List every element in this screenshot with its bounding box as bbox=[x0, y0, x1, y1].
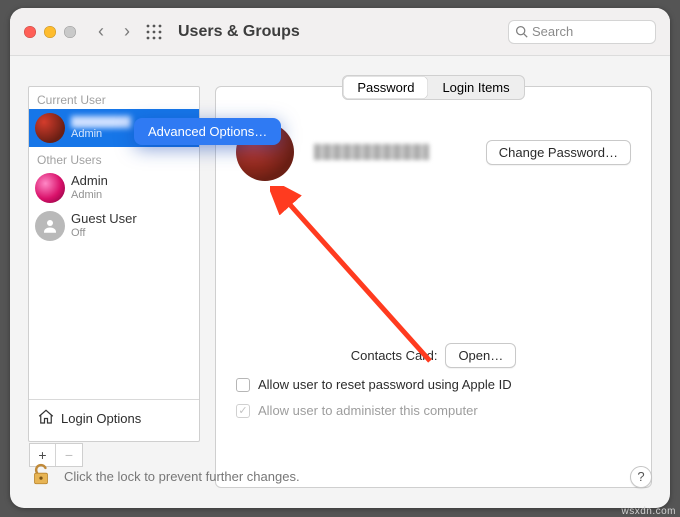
close-window-button[interactable] bbox=[24, 26, 36, 38]
avatar bbox=[35, 173, 65, 203]
context-menu: Advanced Options… bbox=[134, 118, 281, 145]
avatar bbox=[35, 211, 65, 241]
contacts-card-row: Contacts Card: Open… bbox=[216, 343, 651, 368]
change-password-button[interactable]: Change Password… bbox=[486, 140, 631, 165]
user-full-name bbox=[314, 144, 429, 160]
tab-login-items[interactable]: Login Items bbox=[428, 76, 523, 99]
lock-text: Click the lock to prevent further change… bbox=[64, 469, 300, 484]
section-current-user: Current User bbox=[29, 87, 199, 109]
sidebar-user-admin[interactable]: Admin Admin bbox=[29, 169, 199, 207]
content-area: Current User Admin Other Users Admin Adm… bbox=[10, 56, 670, 448]
forward-button[interactable]: › bbox=[124, 21, 130, 42]
nav-arrows: ‹ › bbox=[98, 21, 130, 42]
window-title: Users & Groups bbox=[178, 23, 300, 41]
section-other-users: Other Users bbox=[29, 147, 199, 169]
back-button[interactable]: ‹ bbox=[98, 21, 104, 42]
watermark: wsxdn.com bbox=[621, 506, 676, 517]
show-all-icon[interactable] bbox=[146, 24, 162, 40]
search-placeholder: Search bbox=[532, 24, 573, 39]
checkbox-icon bbox=[236, 404, 250, 418]
house-icon bbox=[37, 408, 55, 429]
minimize-window-button[interactable] bbox=[44, 26, 56, 38]
contacts-card-label: Contacts Card: bbox=[351, 348, 438, 363]
titlebar: ‹ › Users & Groups Search bbox=[10, 8, 670, 56]
search-field[interactable]: Search bbox=[508, 20, 656, 44]
administer-computer-checkbox: Allow user to administer this computer bbox=[236, 403, 478, 418]
window-controls bbox=[24, 26, 76, 38]
login-options-row[interactable]: Login Options bbox=[29, 399, 199, 437]
checkbox-icon bbox=[236, 378, 250, 392]
zoom-window-button[interactable] bbox=[64, 26, 76, 38]
avatar bbox=[35, 113, 65, 143]
menu-item-advanced-options[interactable]: Advanced Options… bbox=[148, 124, 267, 139]
help-button[interactable]: ? bbox=[630, 466, 652, 488]
reset-password-appleid-checkbox[interactable]: Allow user to reset password using Apple… bbox=[236, 377, 512, 392]
search-icon bbox=[515, 25, 528, 38]
lock-bar: Click the lock to prevent further change… bbox=[28, 461, 652, 492]
tab-password[interactable]: Password bbox=[343, 76, 428, 99]
lock-icon[interactable] bbox=[28, 461, 54, 492]
user-role: Admin bbox=[71, 128, 131, 141]
sidebar-user-guest[interactable]: Guest User Off bbox=[29, 207, 199, 245]
detail-tabs: Password Login Items bbox=[342, 75, 524, 100]
preferences-window: ‹ › Users & Groups Search Current User A… bbox=[10, 8, 670, 508]
detail-panel: Password Login Items Change Password… Co… bbox=[215, 86, 652, 488]
open-contacts-button[interactable]: Open… bbox=[445, 343, 516, 368]
